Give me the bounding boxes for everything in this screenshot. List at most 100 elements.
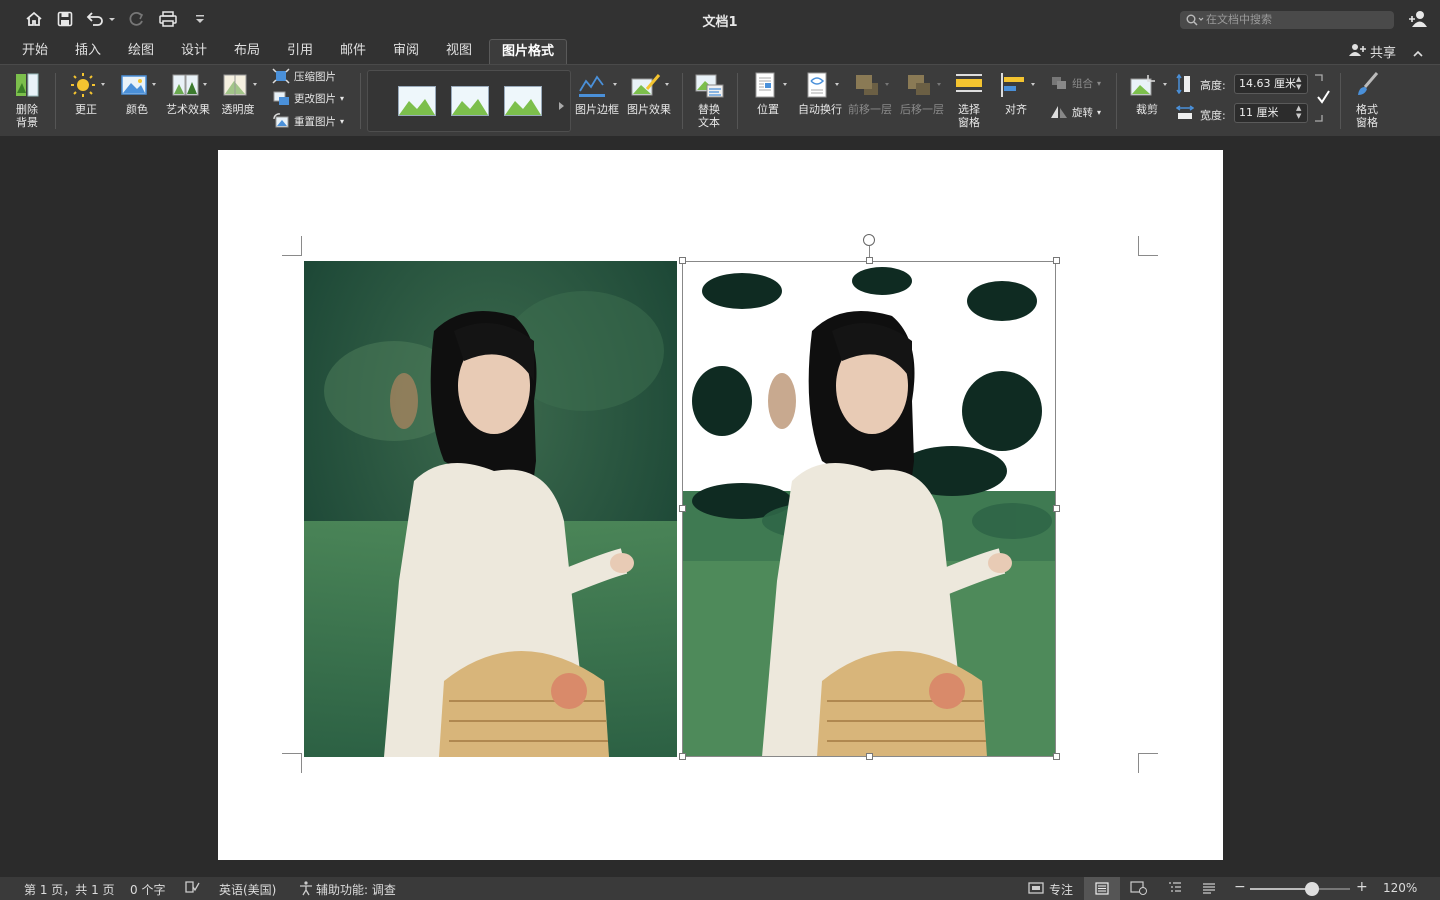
picture-style-2[interactable] <box>451 86 489 116</box>
picture-effects-button[interactable]: 图片效果 <box>626 71 672 116</box>
proofing-icon[interactable] <box>184 880 200 897</box>
transparency-label: 透明度 <box>221 103 255 116</box>
alt-text-label-1: 替换 <box>698 103 720 116</box>
bring-forward-button[interactable]: 前移一层 <box>846 71 894 116</box>
width-label: 宽度: <box>1200 109 1226 122</box>
rotate-label: 旋转 <box>1072 106 1093 119</box>
corrections-label: 更正 <box>75 103 97 116</box>
focus-icon <box>1028 881 1044 898</box>
zoom-level[interactable]: 120% <box>1383 881 1417 895</box>
tab-picture-format[interactable]: 图片格式 <box>489 39 568 64</box>
share-button[interactable]: 共享 <box>1348 42 1396 61</box>
collapse-ribbon-icon[interactable] <box>1412 44 1424 63</box>
share-label: 共享 <box>1369 46 1396 61</box>
compress-pictures-button[interactable]: 压缩图片 <box>272 67 336 85</box>
picture-effects-label: 图片效果 <box>627 103 671 116</box>
selection-pane-label-2: 窗格 <box>958 116 980 129</box>
height-icon <box>1176 73 1192 98</box>
alt-text-button[interactable]: 替换 文本 <box>690 71 728 129</box>
format-pane-label-2: 窗格 <box>1356 116 1378 129</box>
zoom-slider[interactable] <box>1250 882 1350 896</box>
zoom-out-button[interactable]: − <box>1234 879 1246 895</box>
resize-handle-n[interactable] <box>866 257 873 264</box>
resize-handle-se[interactable] <box>1053 753 1060 760</box>
wrap-text-button[interactable]: 自动换行 <box>794 71 846 116</box>
margin-corner-bottom-right <box>1138 753 1158 773</box>
zoom-in-button[interactable]: + <box>1356 879 1368 895</box>
position-button[interactable]: 位置 <box>746 71 790 116</box>
tab-layout[interactable]: 布局 <box>234 42 260 62</box>
zoom-slider-fill <box>1250 888 1312 890</box>
focus-button[interactable]: 专注 <box>1049 881 1073 898</box>
bring-forward-icon <box>850 71 890 99</box>
search-input[interactable]: 在文档中搜索 <box>1180 11 1394 29</box>
send-backward-button[interactable]: 后移一层 <box>898 71 946 116</box>
accessibility-status[interactable]: 辅助功能: 调查 <box>316 881 396 898</box>
group-label: 组合 <box>1072 77 1093 90</box>
picture-border-button[interactable]: 图片边框 <box>574 71 620 116</box>
picture-effects-icon <box>627 71 671 99</box>
picture-styles-gallery[interactable] <box>367 70 571 132</box>
bring-forward-label: 前移一层 <box>848 103 892 116</box>
tab-review[interactable]: 审阅 <box>393 42 419 62</box>
zoom-slider-thumb[interactable] <box>1305 882 1319 896</box>
compress-pictures-label: 压缩图片 <box>294 70 336 83</box>
height-stepper[interactable]: ▲ ▼ <box>1296 75 1301 91</box>
corrections-button[interactable]: 更正 <box>64 71 108 116</box>
change-picture-label: 更改图片 <box>294 92 336 105</box>
resize-handle-nw[interactable] <box>679 257 686 264</box>
align-button[interactable]: 对齐 <box>996 71 1036 116</box>
color-button[interactable]: 颜色 <box>115 71 159 116</box>
divider <box>682 73 683 129</box>
document-page[interactable] <box>218 150 1223 860</box>
print-layout-view-button[interactable] <box>1084 877 1120 900</box>
tab-draw[interactable]: 绘图 <box>128 42 154 62</box>
tab-insert[interactable]: 插入 <box>75 42 101 62</box>
tab-home[interactable]: 开始 <box>22 42 48 62</box>
position-label: 位置 <box>757 103 779 116</box>
page-count[interactable]: 第 1 页，共 1 页 <box>24 881 115 898</box>
chevron-down-icon: ▾ <box>340 116 345 126</box>
crop-button[interactable]: 裁剪 <box>1124 71 1170 116</box>
divider <box>737 73 738 129</box>
width-stepper[interactable]: ▲ ▼ <box>1296 104 1301 120</box>
remove-background-button[interactable]: 删除 背景 <box>8 71 46 129</box>
draft-view-icon[interactable] <box>1202 881 1216 898</box>
web-layout-icon[interactable] <box>1130 881 1148 898</box>
rotate-button[interactable]: 旋转 ▾ <box>1050 103 1101 121</box>
chevron-down-icon: ▾ <box>340 93 345 103</box>
transparency-button[interactable]: 透明度 <box>216 71 260 116</box>
reset-picture-button[interactable]: 重置图片 ▾ <box>272 112 344 130</box>
resize-handle-ne[interactable] <box>1053 257 1060 264</box>
title-bar: 文档1 在文档中搜索 <box>0 0 1440 38</box>
language-status[interactable]: 英语(美国) <box>219 881 276 898</box>
send-backward-icon <box>902 71 942 99</box>
account-icon[interactable] <box>1408 9 1428 29</box>
original-photo[interactable] <box>304 261 677 757</box>
rotate-handle-icon[interactable] <box>863 234 875 246</box>
resize-handle-w[interactable] <box>679 505 686 512</box>
group-button[interactable]: 组合 ▾ <box>1050 74 1101 92</box>
gallery-more-icon[interactable] <box>558 96 566 115</box>
picture-style-3[interactable] <box>504 86 542 116</box>
document-canvas[interactable] <box>0 136 1440 877</box>
word-count[interactable]: 0 个字 <box>130 881 165 898</box>
artistic-effects-button[interactable]: 艺术效果 <box>164 71 212 116</box>
lock-aspect-ratio-icon[interactable] <box>1312 73 1332 127</box>
tab-mailings[interactable]: 邮件 <box>340 42 366 62</box>
picture-style-1[interactable] <box>398 86 436 116</box>
tab-references[interactable]: 引用 <box>287 42 313 62</box>
resize-handle-e[interactable] <box>1053 505 1060 512</box>
resize-handle-s[interactable] <box>866 753 873 760</box>
chevron-down-icon: ▾ <box>1097 78 1102 88</box>
resize-handle-sw[interactable] <box>679 753 686 760</box>
outline-view-icon[interactable] <box>1168 881 1182 898</box>
format-pane-button[interactable]: 格式 窗格 <box>1348 71 1386 129</box>
tab-view[interactable]: 视图 <box>446 42 472 62</box>
selection-pane-button[interactable]: 选择 窗格 <box>950 71 988 129</box>
change-picture-button[interactable]: 更改图片 ▾ <box>272 89 344 107</box>
width-icon <box>1175 105 1195 125</box>
selection-pane-icon <box>953 71 985 99</box>
tab-design[interactable]: 设计 <box>181 42 207 62</box>
search-placeholder: 在文档中搜索 <box>1206 13 1272 26</box>
